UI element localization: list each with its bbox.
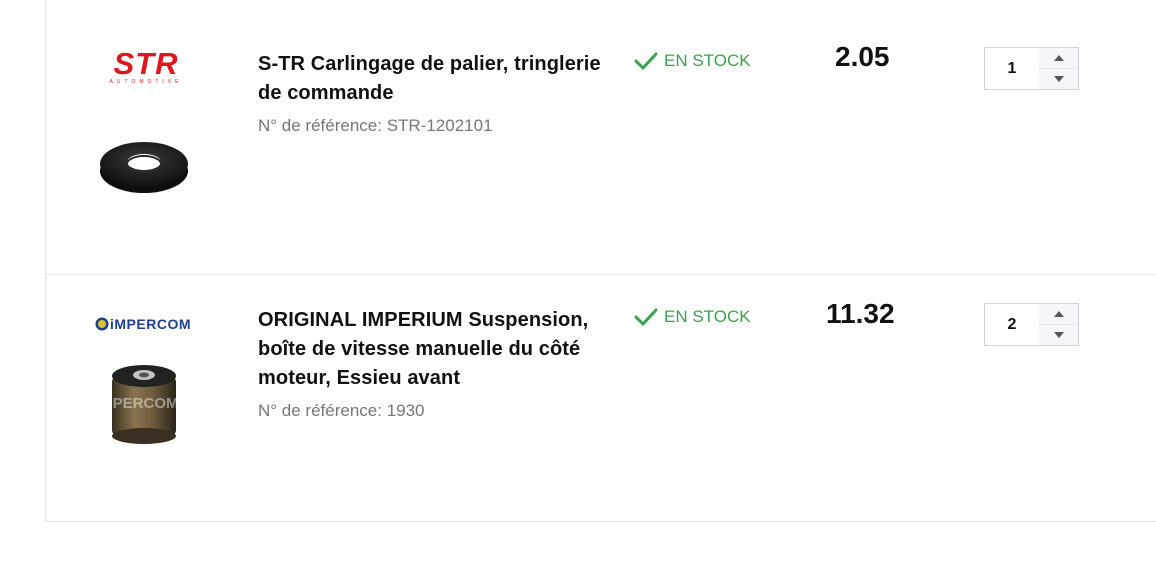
- price: 11.32: [826, 298, 895, 329]
- stock-label: EN STOCK: [664, 307, 751, 326]
- product-title[interactable]: S-TR Carlingage de palier, tringlerie de…: [258, 50, 618, 108]
- quantity-input[interactable]: 2: [985, 304, 1039, 345]
- stock-status: EN STOCK: [634, 51, 751, 71]
- caret-up-icon: [1053, 311, 1064, 317]
- product-image[interactable]: iMPERCOM.: [94, 354, 202, 450]
- quantity-input[interactable]: 1: [985, 48, 1039, 89]
- caret-up-icon: [1053, 55, 1064, 61]
- quantity-stepper: 1: [984, 47, 1079, 90]
- brand-logo-str: STR AUTOMOTIVE: [94, 46, 198, 91]
- brand-logo-text: STR: [114, 49, 179, 81]
- check-icon: [634, 52, 658, 70]
- check-icon: [634, 308, 658, 326]
- caret-down-icon: [1053, 332, 1064, 338]
- product-image[interactable]: [94, 131, 194, 201]
- brand-logo-tagline: AUTOMOTIVE: [110, 79, 183, 85]
- quantity-increment-button[interactable]: [1039, 304, 1078, 325]
- price: 2.05: [835, 41, 890, 72]
- brand-logo-text: iMPERCOM: [110, 316, 191, 332]
- stock-status: EN STOCK: [634, 307, 751, 327]
- quantity-increment-button[interactable]: [1039, 48, 1078, 69]
- caret-down-icon: [1053, 76, 1064, 82]
- product-title[interactable]: ORIGINAL IMPERIUM Suspension, boîte de v…: [258, 306, 618, 393]
- cart-list: STR AUTOMOTIVE S-TR Carlingage de palier…: [45, 0, 1156, 522]
- cart-item: iMPERCOM iMPERCOM. ORIGINAL IMPERIUM Sus…: [46, 274, 1156, 523]
- watermark-text: iMPERCOM.: [96, 395, 183, 412]
- product-reference: N° de référence: STR-1202101: [258, 116, 493, 135]
- quantity-decrement-button[interactable]: [1039, 69, 1078, 89]
- stock-label: EN STOCK: [664, 51, 751, 70]
- quantity-stepper: 2: [984, 303, 1079, 346]
- quantity-decrement-button[interactable]: [1039, 325, 1078, 345]
- cart-item: STR AUTOMOTIVE S-TR Carlingage de palier…: [46, 0, 1156, 275]
- product-reference: N° de référence: 1930: [258, 401, 425, 420]
- brand-logo-impercom: iMPERCOM: [94, 314, 198, 338]
